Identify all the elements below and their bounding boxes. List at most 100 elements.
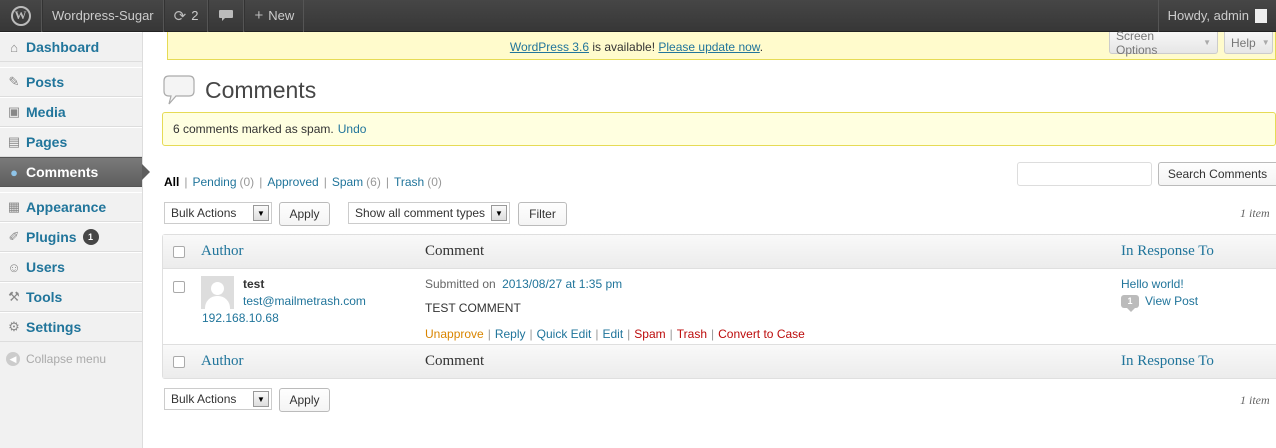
wordpress-version-link[interactable]: WordPress 3.6 <box>510 40 589 54</box>
tools-icon: ⚒ <box>8 289 20 304</box>
user-avatar-icon <box>1255 8 1267 23</box>
help-label: Help <box>1231 35 1256 50</box>
apply-button-bottom[interactable]: Apply <box>279 388 330 412</box>
settings-icon: ⚙ <box>8 319 20 334</box>
column-response-footer[interactable]: In Response To <box>1121 353 1214 370</box>
menu-label: Appearance <box>26 199 107 215</box>
update-now-link[interactable]: Please update now <box>658 40 759 54</box>
help-button[interactable]: Help ▼ <box>1224 32 1273 54</box>
menu-label: Tools <box>26 289 63 305</box>
convert-to-case-action[interactable]: Convert to Case <box>718 327 805 341</box>
spam-action[interactable]: Spam <box>634 327 665 341</box>
bulk-actions-select-bottom[interactable]: Bulk Actions ▼ <box>164 388 272 410</box>
menu-item-comments[interactable]: ● Comments <box>0 157 150 187</box>
item-count-top: 1 item <box>1240 206 1270 220</box>
select-all-checkbox[interactable] <box>173 245 185 258</box>
filter-button[interactable]: Filter <box>518 202 567 226</box>
comment-author-email[interactable]: test@mailmetrash.com <box>243 294 366 308</box>
menu-label: Posts <box>26 74 65 90</box>
quick-edit-action[interactable]: Quick Edit <box>537 327 592 341</box>
site-name-label: Wordpress-Sugar <box>52 8 154 23</box>
appearance-icon: ▦ <box>7 199 21 214</box>
action-separator: | <box>669 327 673 341</box>
dropdown-arrow-icon: ▼ <box>491 205 507 221</box>
comment-date-link[interactable]: 2013/08/27 at 1:35 pm <box>502 277 622 291</box>
post-comment-count-badge[interactable]: 1 <box>1121 294 1139 312</box>
reply-action[interactable]: Reply <box>495 327 526 341</box>
comment-type-value: Show all comment types <box>355 206 486 220</box>
column-comment-header: Comment <box>425 243 485 259</box>
action-separator: | <box>595 327 599 341</box>
filter-separator: | <box>259 175 263 189</box>
undo-link[interactable]: Undo <box>338 122 367 136</box>
action-separator: | <box>487 327 491 341</box>
menu-item-dashboard[interactable]: ⌂ Dashboard <box>0 32 142 62</box>
search-comments-input[interactable] <box>1017 162 1152 186</box>
menu-label: Comments <box>26 164 99 180</box>
howdy-label: Howdy, admin <box>1167 8 1249 23</box>
screen-options-button[interactable]: Screen Options ▼ <box>1109 29 1218 57</box>
bulk-actions-value: Bulk Actions <box>171 392 237 406</box>
comments-bubble-link[interactable] <box>208 0 245 32</box>
new-content-link[interactable]: + New <box>244 0 305 32</box>
comment-type-select[interactable]: Show all comment types ▼ <box>348 202 510 224</box>
view-post-link[interactable]: View Post <box>1145 294 1198 308</box>
filter-spam[interactable]: Spam <box>332 175 363 189</box>
spam-notice: 6 comments marked as spam. Undo <box>162 112 1276 146</box>
bulk-actions-value: Bulk Actions <box>171 206 237 220</box>
table-footer: Author Comment In Response To <box>163 344 1276 378</box>
menu-item-tools[interactable]: ⚒ Tools <box>0 282 142 312</box>
plugins-update-badge: 1 <box>82 229 99 245</box>
view-post-row: 1 View Post <box>1121 294 1198 312</box>
row-checkbox[interactable] <box>173 281 185 293</box>
filter-separator: | <box>184 175 188 189</box>
updates-link[interactable]: ⟳ 2 <box>163 0 209 32</box>
comment-icon: ● <box>10 164 18 180</box>
menu-item-media[interactable]: ▣ Media <box>0 97 142 127</box>
column-author-header[interactable]: Author <box>201 243 244 260</box>
response-post-link[interactable]: Hello world! <box>1121 277 1184 291</box>
filter-separator: | <box>323 175 327 189</box>
column-author-footer[interactable]: Author <box>201 353 244 370</box>
filter-all[interactable]: All <box>164 175 179 189</box>
menu-label: Users <box>26 259 65 275</box>
comment-submitted: Submitted on 2013/08/27 at 1:35 pm <box>425 277 622 291</box>
unapprove-action[interactable]: Unapprove <box>425 327 484 341</box>
updates-icon: ⟳ <box>173 7 187 25</box>
comment-bubble-icon <box>219 9 234 21</box>
edit-action[interactable]: Edit <box>602 327 623 341</box>
action-separator: | <box>627 327 631 341</box>
menu-item-pages[interactable]: ▤ Pages <box>0 127 142 157</box>
comment-text: TEST COMMENT <box>425 301 521 315</box>
menu-item-posts[interactable]: ✎ Posts <box>0 67 142 97</box>
site-name-link[interactable]: Wordpress-Sugar <box>42 0 164 32</box>
bulk-actions-select-top[interactable]: Bulk Actions ▼ <box>164 202 272 224</box>
new-label: New <box>268 8 295 23</box>
filter-pending[interactable]: Pending <box>192 175 236 189</box>
wordpress-logo-menu[interactable]: W <box>0 0 42 32</box>
apply-button-top[interactable]: Apply <box>279 202 330 226</box>
action-separator: | <box>529 327 533 341</box>
menu-item-plugins[interactable]: ✐ Plugins 1 <box>0 222 142 252</box>
trash-action[interactable]: Trash <box>677 327 707 341</box>
select-all-checkbox[interactable] <box>173 355 185 368</box>
filter-trash[interactable]: Trash <box>394 175 424 189</box>
collapse-menu-button[interactable]: ◀ Collapse menu <box>0 344 142 374</box>
column-response-header[interactable]: In Response To <box>1121 243 1214 260</box>
collapse-arrow-icon: ◀ <box>6 352 20 366</box>
comments-table: Author Comment In Response To test test@… <box>162 234 1276 379</box>
chevron-down-icon: ▼ <box>1261 38 1270 47</box>
media-icon: ▣ <box>7 104 21 119</box>
search-comments-button[interactable]: Search Comments <box>1158 162 1276 186</box>
item-count-bottom: 1 item <box>1240 393 1270 407</box>
spam-count: (6) <box>366 175 381 189</box>
comment-author-ip[interactable]: 192.168.10.68 <box>202 311 279 325</box>
filter-approved[interactable]: Approved <box>267 175 318 189</box>
menu-item-settings[interactable]: ⚙ Settings <box>0 312 142 342</box>
my-account-link[interactable]: Howdy, admin <box>1157 0 1276 32</box>
comment-author-name: test <box>243 277 265 291</box>
menu-item-users[interactable]: ☺ Users <box>0 252 142 282</box>
menu-item-appearance[interactable]: ▦ Appearance <box>0 192 142 222</box>
page-icon: ▤ <box>7 134 21 149</box>
menu-label: Pages <box>26 134 68 150</box>
